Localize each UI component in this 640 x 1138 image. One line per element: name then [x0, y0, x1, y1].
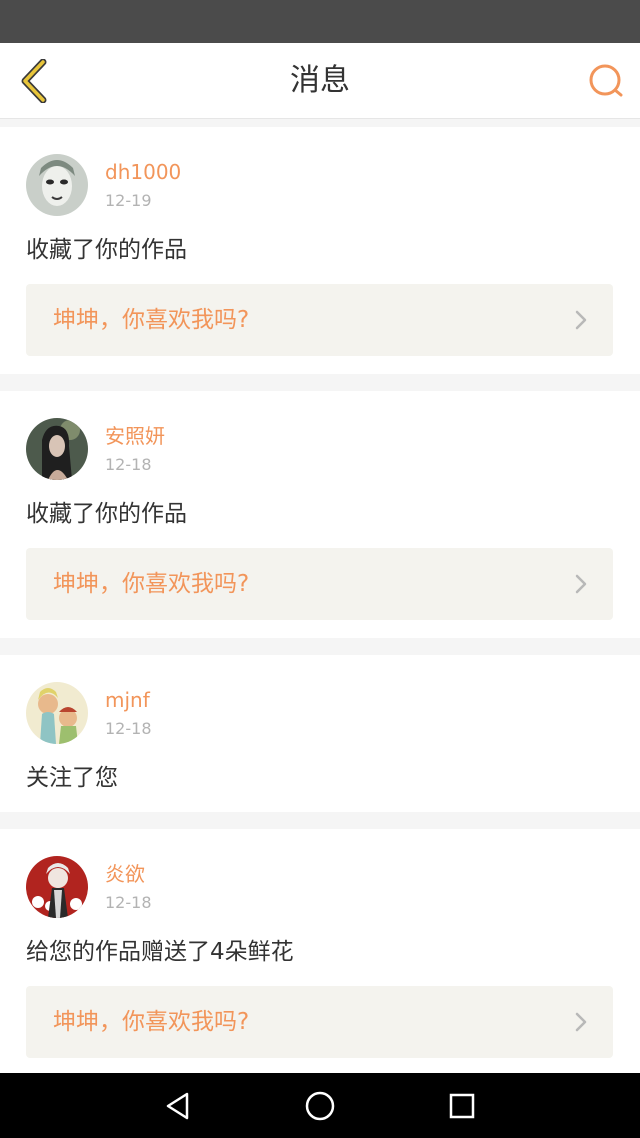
chevron-left-icon: [21, 59, 47, 103]
avatar[interactable]: [26, 418, 88, 480]
status-bar: [0, 0, 640, 43]
header-bar: 消息: [0, 43, 640, 119]
message-date: 12-18: [105, 893, 152, 912]
triangle-back-icon: [166, 1092, 189, 1120]
chevron-right-icon: [575, 574, 587, 594]
avatar[interactable]: [26, 856, 88, 918]
message-date: 12-18: [105, 455, 152, 474]
work-title: 坤坤，你喜欢我吗?: [53, 307, 250, 333]
work-link[interactable]: 坤坤，你喜欢我吗?: [26, 284, 613, 356]
work-link[interactable]: 坤坤，你喜欢我吗?: [26, 548, 613, 620]
work-title: 坤坤，你喜欢我吗?: [53, 571, 250, 597]
message-action: 关注了您: [26, 765, 118, 791]
page-title: 消息: [290, 63, 350, 98]
square-recents-icon: [449, 1093, 475, 1119]
message-action: 给您的作品赠送了4朵鲜花: [26, 939, 294, 965]
work-title: 坤坤，你喜欢我吗?: [53, 1009, 250, 1035]
message-date: 12-19: [105, 191, 152, 210]
work-link[interactable]: 坤坤，你喜欢我吗?: [26, 986, 613, 1058]
chevron-right-icon: [575, 310, 587, 330]
username[interactable]: mjnf: [105, 687, 150, 713]
system-back-button[interactable]: [154, 1083, 202, 1129]
search-icon: [589, 64, 623, 97]
username[interactable]: 安照妍: [105, 423, 165, 449]
system-home-button[interactable]: [296, 1083, 344, 1129]
avatar[interactable]: [26, 682, 88, 744]
circle-home-icon: [305, 1091, 335, 1121]
message-action: 收藏了你的作品: [26, 501, 187, 527]
message-card: dh1000 12-19 收藏了你的作品 坤坤，你喜欢我吗?: [0, 127, 640, 374]
username[interactable]: 炎欲: [105, 861, 145, 887]
avatar[interactable]: [26, 154, 88, 216]
message-date: 12-18: [105, 719, 152, 738]
message-card: mjnf 12-18 关注了您: [0, 655, 640, 812]
message-action: 收藏了你的作品: [26, 237, 187, 263]
back-button[interactable]: [12, 57, 56, 105]
system-navigation-bar: [0, 1073, 640, 1138]
message-card: 安照妍 12-18 收藏了你的作品 坤坤，你喜欢我吗?: [0, 391, 640, 638]
username[interactable]: dh1000: [105, 159, 181, 185]
message-card: 炎欲 12-18 给您的作品赠送了4朵鲜花 坤坤，你喜欢我吗?: [0, 829, 640, 1076]
chevron-right-icon: [575, 1012, 587, 1032]
system-recents-button[interactable]: [438, 1083, 486, 1129]
search-button[interactable]: [584, 59, 628, 103]
